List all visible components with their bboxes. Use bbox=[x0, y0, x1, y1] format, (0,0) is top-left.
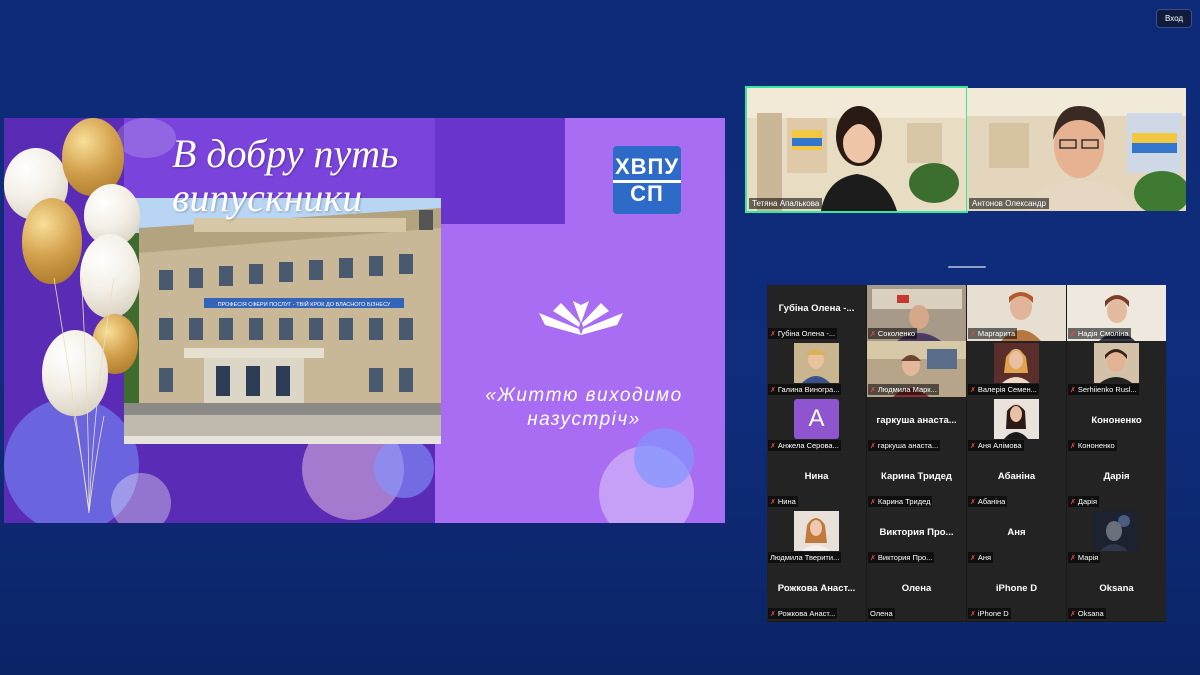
muted-mic-icon: ✗ bbox=[770, 499, 776, 506]
shared-screen-slide: ПРОФЕСІЯ СФЕРИ ПОСЛУГ - ТВІЙ КРОК ДО ВЛА… bbox=[4, 118, 725, 523]
participant-tile[interactable]: ✗ Надія Смоліна bbox=[1067, 285, 1166, 341]
muted-mic-icon: ✗ bbox=[970, 555, 976, 562]
participant-tile[interactable]: Олена Олена bbox=[867, 565, 966, 621]
muted-mic-icon: ✗ bbox=[1070, 387, 1076, 394]
muted-mic-icon: ✗ bbox=[870, 499, 876, 506]
school-logo: ХВПУ СП bbox=[612, 146, 682, 214]
participant-tile[interactable]: Аня ✗ Аня bbox=[967, 509, 1066, 565]
muted-mic-icon: ✗ bbox=[870, 443, 876, 450]
muted-mic-icon: ✗ bbox=[1070, 331, 1076, 338]
participant-tile[interactable]: Дарія ✗ Дарія bbox=[1067, 453, 1166, 509]
participant-tile[interactable]: ✗ Маргарита bbox=[967, 285, 1066, 341]
muted-mic-icon: ✗ bbox=[1070, 555, 1076, 562]
participant-tile[interactable]: Нина ✗ Нина bbox=[767, 453, 866, 509]
participant-tile[interactable]: ✗ Людмила Марк... bbox=[867, 341, 966, 397]
muted-mic-icon: ✗ bbox=[870, 387, 876, 394]
muted-mic-icon: ✗ bbox=[770, 443, 776, 450]
participant-tile[interactable]: Абаніна ✗ Абаніна bbox=[967, 453, 1066, 509]
muted-mic-icon: ✗ bbox=[1070, 443, 1076, 450]
participant-video bbox=[794, 343, 839, 383]
muted-mic-icon: ✗ bbox=[870, 331, 876, 338]
participant-video bbox=[994, 399, 1039, 439]
slide-title-line2: випускники bbox=[172, 175, 363, 220]
building-banner-text: ПРОФЕСІЯ СФЕРИ ПОСЛУГ - ТВІЙ КРОК ДО ВЛА… bbox=[218, 300, 391, 308]
participant-tile[interactable]: Губіна Олена -... ✗ Губіна Олена -... bbox=[767, 285, 866, 341]
participant-tile[interactable]: A ✗ Анжела Серова... bbox=[767, 397, 866, 453]
participant-video bbox=[1094, 511, 1139, 551]
participant-tile[interactable]: Виктория Про... ✗ Виктория Про... bbox=[867, 509, 966, 565]
muted-mic-icon: ✗ bbox=[970, 611, 976, 618]
open-book-icon bbox=[539, 301, 623, 335]
muted-mic-icon: ✗ bbox=[1070, 499, 1076, 506]
participant-tile[interactable]: ✗ Соколенко bbox=[867, 285, 966, 341]
participant-tile[interactable]: ✗ Галина Виногра... bbox=[767, 341, 866, 397]
participant-tile[interactable]: iPhone D ✗ iPhone D bbox=[967, 565, 1066, 621]
speaker-video-tile-2[interactable]: Антонов Олександр bbox=[967, 88, 1186, 211]
participant-tile[interactable]: Кононенко ✗ Кононенко bbox=[1067, 397, 1166, 453]
muted-mic-icon: ✗ bbox=[770, 331, 776, 338]
participant-tile[interactable]: Oksana ✗ Oksana bbox=[1067, 565, 1166, 621]
participant-video bbox=[747, 88, 966, 211]
participant-gallery: Губіна Олена -... ✗ Губіна Олена -... ✗ Со… bbox=[767, 285, 1166, 622]
muted-mic-icon: ✗ bbox=[970, 443, 976, 450]
participant-tile[interactable]: Карина Тридед ✗ Карина Тридед bbox=[867, 453, 966, 509]
panel-resize-handle[interactable] bbox=[948, 266, 986, 268]
participant-tile[interactable]: ✗ Serhiienko Rusl... bbox=[1067, 341, 1166, 397]
participant-tile[interactable]: ✗ Валерія Семен... bbox=[967, 341, 1066, 397]
slide-motto: «Життю виходимо назустріч» bbox=[485, 385, 683, 430]
speaker-name: Тетяна Апалькова bbox=[749, 198, 823, 209]
participant-video bbox=[967, 88, 1186, 211]
speaker-name: Антонов Олександр bbox=[969, 198, 1049, 209]
balloon-icon bbox=[22, 198, 82, 284]
speaker-video-tile-1[interactable]: Тетяна Апалькова bbox=[745, 86, 968, 213]
muted-mic-icon: ✗ bbox=[770, 611, 776, 618]
school-building-photo: ПРОФЕСІЯ СФЕРИ ПОСЛУГ - ТВІЙ КРОК ДО ВЛА… bbox=[124, 198, 441, 444]
participant-video bbox=[1094, 343, 1139, 383]
muted-mic-icon: ✗ bbox=[770, 387, 776, 394]
slide-title-line1: В добру путь bbox=[172, 131, 399, 176]
muted-mic-icon: ✗ bbox=[970, 331, 976, 338]
muted-mic-icon: ✗ bbox=[970, 499, 976, 506]
muted-mic-icon: ✗ bbox=[1070, 611, 1076, 618]
sign-in-button[interactable]: Вход bbox=[1156, 9, 1192, 28]
participant-tile[interactable]: ✗ Марія bbox=[1067, 509, 1166, 565]
participant-avatar: A bbox=[794, 399, 839, 439]
participant-tile[interactable]: гаркуша анаста... ✗ гаркуша анаста... bbox=[867, 397, 966, 453]
participant-tile[interactable]: ✗ Аня Алімова bbox=[967, 397, 1066, 453]
participant-video bbox=[994, 343, 1039, 383]
muted-mic-icon: ✗ bbox=[970, 387, 976, 394]
participant-video bbox=[794, 511, 839, 551]
muted-mic-icon: ✗ bbox=[870, 555, 876, 562]
slide-title: В добру путь випускники bbox=[172, 132, 398, 220]
participant-tile[interactable]: Рожкова Анаст... ✗ Рожкова Анаст... bbox=[767, 565, 866, 621]
participant-tile[interactable]: Людмила Тверити... bbox=[767, 509, 866, 565]
